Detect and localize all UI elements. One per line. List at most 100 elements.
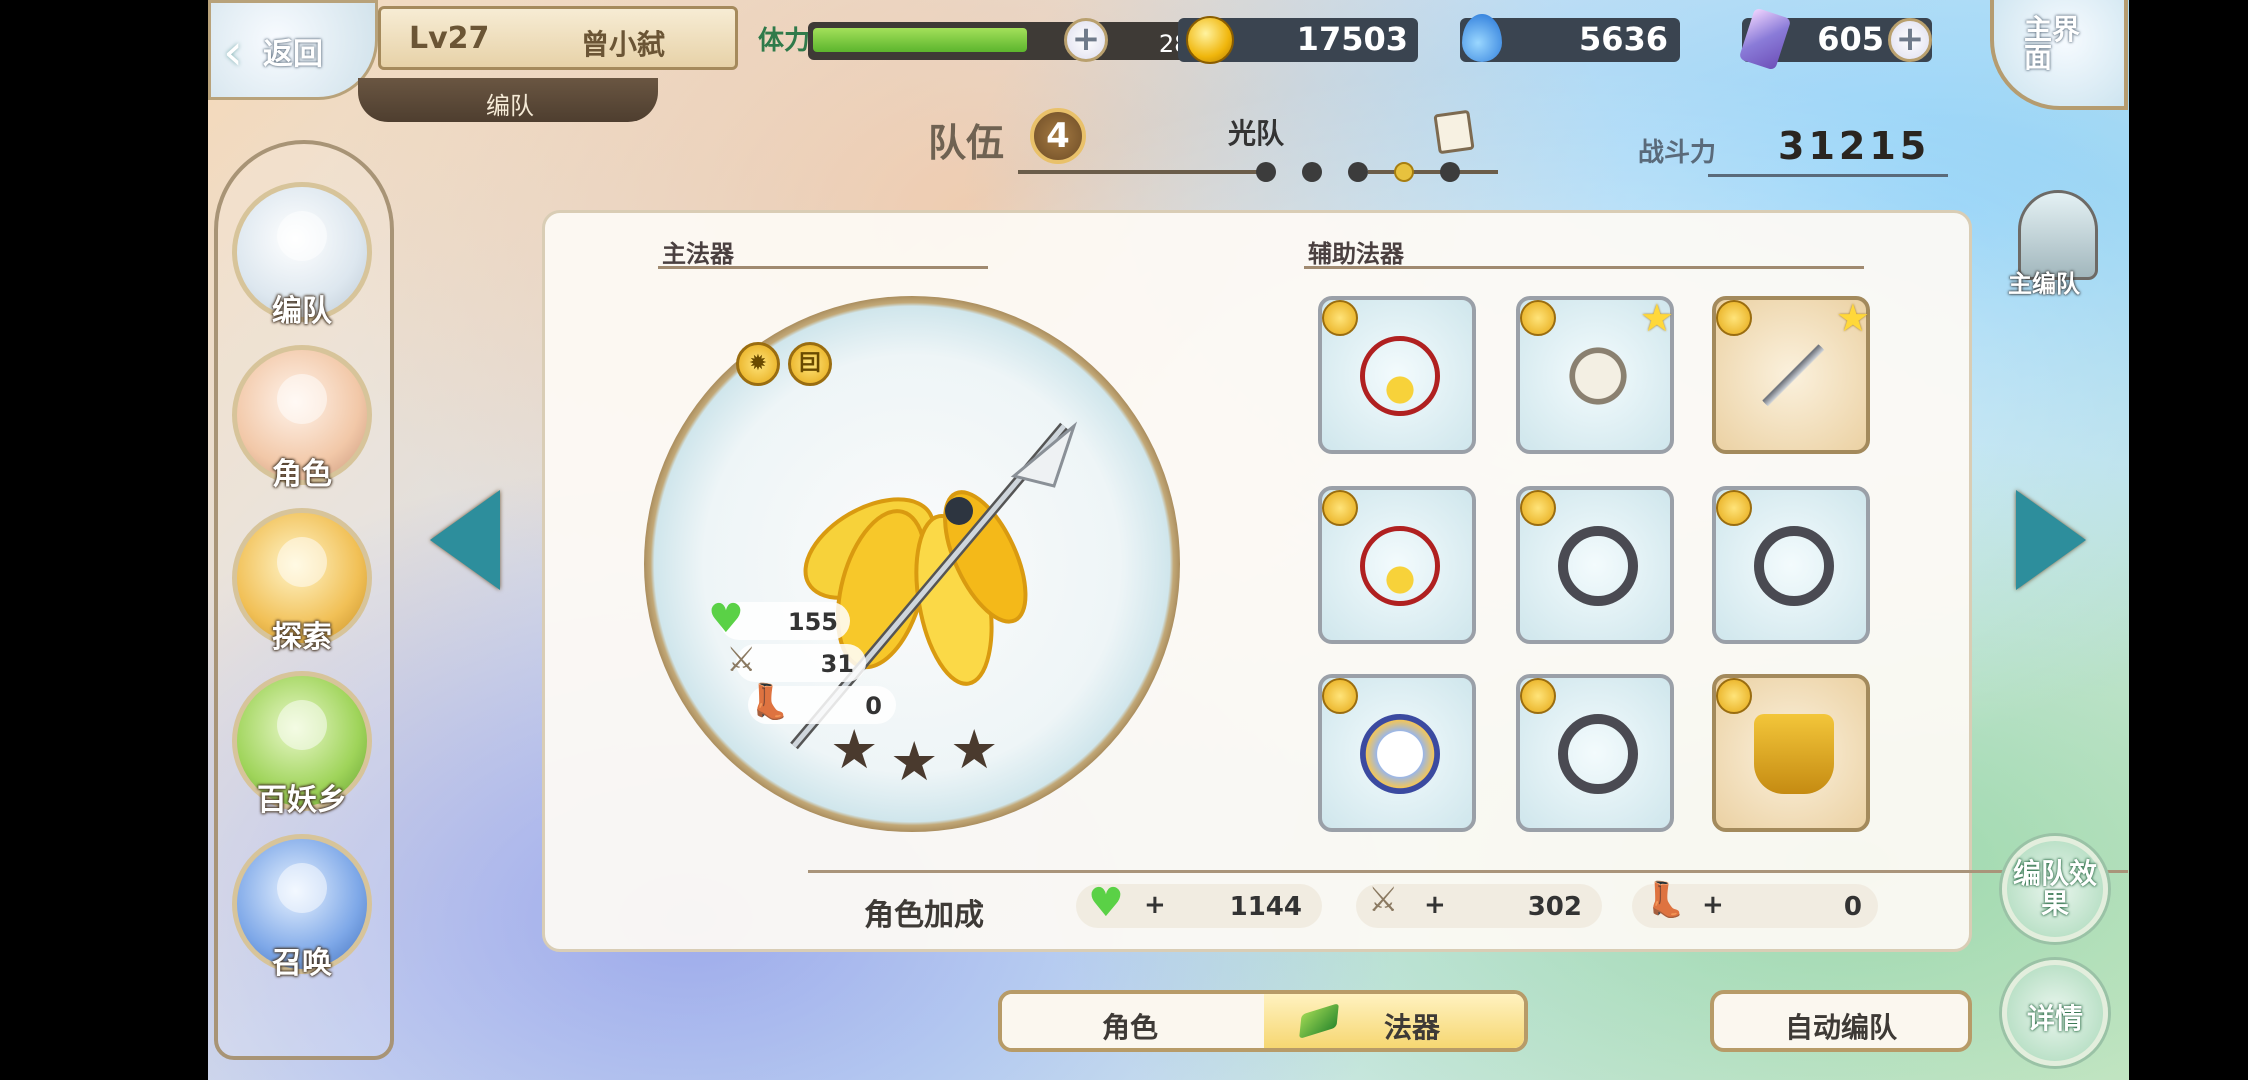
add-crystal-button[interactable]: + bbox=[1888, 18, 1932, 62]
tab-character-label: 角色 bbox=[1102, 1011, 1159, 1044]
nav-item-label: 探索 bbox=[272, 620, 332, 655]
seal-badge-icon: 囙 bbox=[788, 342, 832, 386]
team-effect-label: 编队效果 bbox=[2012, 857, 2097, 920]
team-number-badge: 4 bbox=[1030, 108, 1086, 164]
support-artifact-slot[interactable]: ★ bbox=[1712, 296, 1870, 454]
winged-ring-icon bbox=[1754, 526, 1834, 606]
bonus-attack-plus: + bbox=[1424, 890, 1446, 920]
player-name: 曾小弑 bbox=[581, 28, 666, 61]
summon-icon bbox=[277, 863, 327, 913]
power-value: 31215 bbox=[1778, 124, 1931, 168]
bonus-hp-value: 1144 bbox=[1229, 892, 1302, 922]
add-stamina-button[interactable]: + bbox=[1064, 18, 1108, 62]
home-button[interactable]: 主界面 bbox=[1990, 0, 2128, 110]
game-screen: ‹ 返回 Lv27 曾小弑 编队 体力 28/66 + 17503 5636 6… bbox=[208, 0, 2129, 1080]
element-badge-icon bbox=[1322, 678, 1358, 714]
player-plate: Lv27 曾小弑 bbox=[378, 6, 738, 70]
favorite-star-icon: ★ bbox=[1639, 296, 1674, 340]
element-badge-icon bbox=[1520, 678, 1556, 714]
team-effect-button[interactable]: 编队效果 bbox=[2002, 836, 2108, 942]
team-page-dot[interactable] bbox=[1256, 162, 1276, 182]
team-name: 光队 bbox=[1228, 117, 1285, 150]
next-team-arrow-icon[interactable] bbox=[2016, 490, 2086, 590]
bonus-sword-icon: ⚔ bbox=[1368, 880, 1399, 920]
team-page-dot[interactable] bbox=[1348, 162, 1368, 182]
bell-necklace-icon bbox=[1360, 336, 1440, 416]
stamina-label: 体力 bbox=[758, 26, 811, 56]
star-mirror-icon bbox=[1360, 714, 1440, 794]
bonus-boot-icon: 👢 bbox=[1644, 880, 1687, 920]
team-page-dot[interactable] bbox=[1302, 162, 1322, 182]
support-artifact-slot[interactable] bbox=[1318, 486, 1476, 644]
support-artifact-slot[interactable] bbox=[1516, 486, 1674, 644]
main-team-label[interactable]: 主编队 bbox=[2008, 264, 2080, 299]
home-label: 主界面 bbox=[2024, 13, 2081, 74]
rarity-star-icon: ★ bbox=[890, 730, 939, 793]
bottom-tab-switch: 角色 法器 bbox=[998, 990, 1528, 1052]
bonus-divider bbox=[808, 870, 2128, 873]
favorite-star-icon: ★ bbox=[1835, 296, 1870, 340]
element-badge-icon bbox=[1716, 678, 1752, 714]
bonus-hp-plus: + bbox=[1144, 890, 1166, 920]
sun-badge-icon: ✹ bbox=[736, 342, 780, 386]
support-artifact-title: 辅助法器 bbox=[1308, 240, 1404, 268]
main-speed-value: 0 bbox=[865, 692, 882, 720]
element-badge-icon bbox=[1322, 300, 1358, 336]
rarity-star-icon: ★ bbox=[950, 718, 999, 781]
rarity-star-icon: ★ bbox=[830, 718, 879, 781]
prev-team-arrow-icon[interactable] bbox=[430, 490, 500, 590]
gold-coin-icon bbox=[1186, 16, 1234, 64]
spirit-value: 5636 bbox=[1578, 20, 1668, 58]
main-artifact-title-line bbox=[658, 266, 988, 269]
winged-ring-icon bbox=[1558, 714, 1638, 794]
element-badge-icon bbox=[1520, 300, 1556, 336]
explore-icon bbox=[277, 537, 327, 587]
element-badge-icon bbox=[1520, 490, 1556, 526]
character-icon bbox=[277, 374, 327, 424]
rename-note-icon[interactable] bbox=[1433, 109, 1475, 155]
bonus-attack-value: 302 bbox=[1527, 892, 1582, 922]
back-button[interactable]: ‹ 返回 bbox=[208, 0, 378, 100]
main-hp-value: 155 bbox=[787, 608, 838, 636]
bonus-speed-plus: + bbox=[1702, 890, 1724, 920]
support-artifact-slot[interactable] bbox=[1318, 674, 1476, 832]
short-sword-icon bbox=[1754, 336, 1834, 416]
sword-icon: ⚔ bbox=[726, 640, 757, 680]
sub-tab-team: 编队 bbox=[358, 78, 658, 122]
bonus-speed-value: 0 bbox=[1843, 892, 1862, 922]
heart-icon: ♥ bbox=[708, 596, 744, 642]
team-underline bbox=[1018, 170, 1258, 174]
player-level: Lv27 bbox=[409, 21, 490, 56]
support-artifact-title-line bbox=[1304, 266, 1864, 269]
village-icon bbox=[277, 700, 327, 750]
support-artifact-slot[interactable] bbox=[1516, 674, 1674, 832]
stamina-fill bbox=[813, 28, 1027, 52]
lantern-charm-icon bbox=[1558, 336, 1638, 416]
back-label: 返回 bbox=[263, 37, 323, 72]
element-badge-icon bbox=[1322, 490, 1358, 526]
team-underline-right bbox=[1368, 170, 1498, 174]
team-page-dot[interactable] bbox=[1440, 162, 1460, 182]
auto-team-label: 自动编队 bbox=[1784, 1011, 1897, 1044]
team-icon bbox=[277, 211, 327, 261]
gold-value: 17503 bbox=[1296, 20, 1408, 58]
bonus-label: 角色加成 bbox=[864, 898, 984, 933]
power-underline bbox=[1708, 174, 1948, 177]
auto-team-button[interactable]: 自动编队 bbox=[1710, 990, 1972, 1052]
details-label: 详情 bbox=[2026, 1002, 2083, 1035]
spiked-ring-icon bbox=[1558, 526, 1638, 606]
sub-tab-label: 编队 bbox=[486, 92, 534, 120]
bonus-heart-icon: ♥ bbox=[1088, 880, 1124, 926]
details-button[interactable]: 详情 bbox=[2002, 960, 2108, 1066]
back-arrow-icon: ‹ bbox=[223, 23, 243, 81]
tab-artifact-label: 法器 bbox=[1384, 1011, 1441, 1044]
support-artifact-slot[interactable] bbox=[1712, 486, 1870, 644]
golden-crown-icon bbox=[1754, 714, 1834, 794]
support-artifact-slot[interactable] bbox=[1318, 296, 1476, 454]
support-artifact-slot[interactable]: ★ bbox=[1516, 296, 1674, 454]
main-artifact-title: 主法器 bbox=[662, 240, 734, 268]
element-badge-icon bbox=[1716, 490, 1752, 526]
power-label: 战斗力 bbox=[1638, 138, 1717, 168]
team-page-dot[interactable] bbox=[1394, 162, 1414, 182]
support-artifact-slot[interactable] bbox=[1712, 674, 1870, 832]
